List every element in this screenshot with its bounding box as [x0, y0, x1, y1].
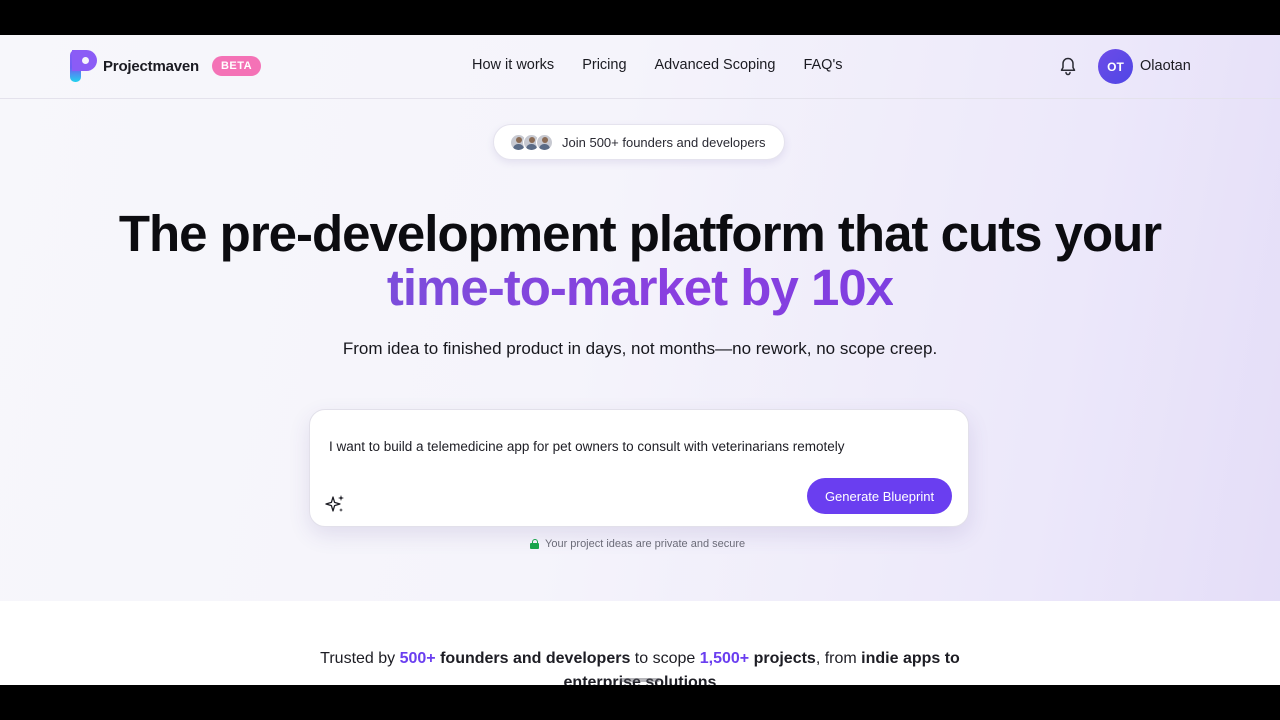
nav-link-pricing[interactable]: Pricing	[582, 57, 626, 73]
trusted-section: Trusted by 500+ founders and developers …	[0, 601, 1280, 685]
sparkle-icon[interactable]	[324, 493, 346, 515]
trusted-text: Trusted by	[320, 650, 400, 667]
generate-blueprint-button[interactable]: Generate Blueprint	[807, 478, 952, 514]
trusted-text: founders and developers	[435, 650, 631, 667]
scroll-indicator[interactable]	[620, 678, 660, 682]
user-avatar[interactable]: OT	[1098, 49, 1133, 84]
bell-icon[interactable]	[1059, 56, 1077, 76]
privacy-note: Your project ideas are private and secur…	[530, 538, 745, 550]
trusted-text: projects	[749, 650, 816, 667]
project-count: 1,500+	[699, 650, 750, 667]
brand-name: Projectmaven	[103, 57, 199, 75]
founder-avatar	[536, 133, 553, 151]
social-proof-pill: Join 500+ founders and developers	[493, 124, 785, 160]
user-name[interactable]: Olaotan	[1140, 58, 1191, 74]
hero-title-line2: time-to-market by 10x	[0, 261, 1280, 315]
trusted-text: , from	[815, 650, 862, 667]
nav-link-faqs[interactable]: FAQ's	[803, 57, 842, 73]
main-nav: How it works Pricing Advanced Scoping FA…	[472, 57, 842, 73]
idea-input-card: I want to build a telemedicine app for p…	[309, 409, 969, 527]
top-navigation-bar: Projectmaven BETA How it works Pricing A…	[0, 35, 1280, 99]
avatar-stack	[510, 133, 553, 151]
founder-count: 500+	[399, 650, 436, 667]
nav-link-advanced-scoping[interactable]: Advanced Scoping	[655, 57, 776, 73]
hero-title-line1: The pre-development platform that cuts y…	[118, 205, 1162, 262]
social-proof-text: Join 500+ founders and developers	[562, 134, 766, 150]
hero-subtitle: From idea to finished product in days, n…	[342, 339, 938, 358]
idea-input[interactable]: I want to build a telemedicine app for p…	[329, 439, 845, 454]
hero-title-highlight: time-to-market by 10x	[386, 259, 894, 316]
brand-logo[interactable]: Projectmaven BETA	[70, 50, 262, 82]
nav-link-how-it-works[interactable]: How it works	[472, 57, 554, 73]
page-viewport: Projectmaven BETA How it works Pricing A…	[0, 35, 1280, 685]
privacy-note-text: Your project ideas are private and secur…	[545, 538, 746, 550]
trusted-text: to scope	[630, 650, 700, 667]
beta-badge: BETA	[211, 56, 262, 76]
lock-icon	[530, 539, 539, 549]
projectmaven-logo-icon	[70, 50, 98, 82]
